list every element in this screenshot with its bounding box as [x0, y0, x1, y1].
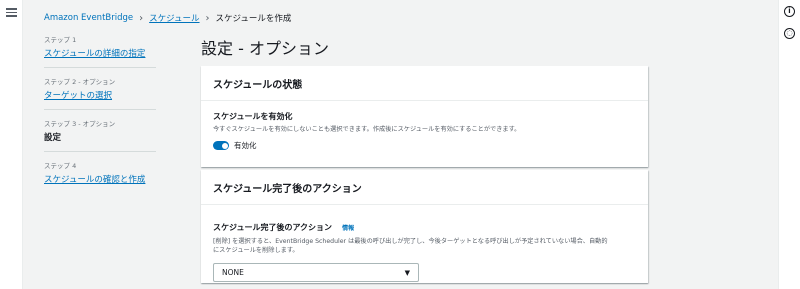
- breadcrumb-eventbridge[interactable]: Amazon EventBridge: [44, 13, 133, 23]
- wizard-steps: ステップ 1 スケジュールの詳細の指定 ステップ 2 - オプション ターゲット…: [44, 34, 156, 201]
- enable-toggle-row: 有効化: [213, 140, 636, 151]
- chevron-right-icon: ›: [139, 12, 144, 24]
- breadcrumb: Amazon EventBridge › スケジュール › スケジュールを作成: [44, 12, 292, 25]
- completion-action-label: スケジュール完了後のアクション: [213, 223, 333, 232]
- step-3: ステップ 3 - オプション 設定: [44, 118, 156, 152]
- breadcrumb-current: スケジュールを作成: [215, 14, 292, 24]
- caret-down-icon: ▼: [404, 268, 410, 277]
- step-number: ステップ 4: [44, 162, 77, 170]
- description-line-2: にスケジュールを削除します。: [213, 247, 299, 254]
- info-link[interactable]: 情報: [342, 225, 354, 232]
- completion-action-select[interactable]: NONE ▼: [213, 263, 419, 282]
- completion-action-panel: スケジュール完了後のアクション スケジュール完了後のアクション 情報 [削除] …: [201, 170, 648, 283]
- panel-body: スケジュール完了後のアクション 情報 [削除] を選択すると、EventBrid…: [201, 205, 648, 289]
- step-4: ステップ 4 スケジュールの確認と作成: [44, 160, 156, 193]
- step-number: ステップ 3 - オプション: [44, 120, 116, 128]
- step-number: ステップ 1: [44, 36, 77, 44]
- schedule-state-panel: スケジュールの状態 スケジュールを有効化 今すぐスケジュールを有効にしないことも…: [201, 66, 648, 167]
- chevron-right-icon: ›: [205, 12, 210, 24]
- step-link-specify-details[interactable]: スケジュールの詳細の指定: [44, 47, 156, 59]
- enable-schedule-toggle[interactable]: [213, 141, 229, 150]
- completion-action-description: [削除] を選択すると、EventBridge Scheduler は最後の呼び…: [213, 237, 636, 255]
- step-2: ステップ 2 - オプション ターゲットの選択: [44, 76, 156, 110]
- completion-action-label-row: スケジュール完了後のアクション 情報: [213, 215, 636, 234]
- panel-header: スケジュールの状態: [201, 66, 648, 101]
- gear-icon[interactable]: ◌: [784, 28, 795, 39]
- left-rail: [0, 0, 23, 289]
- right-rail: i ◌: [778, 0, 800, 289]
- step-current-settings: 設定: [44, 133, 62, 143]
- select-value: NONE: [222, 268, 244, 277]
- step-link-review-create[interactable]: スケジュールの確認と作成: [44, 173, 156, 185]
- panel-body: スケジュールを有効化 今すぐスケジュールを有効にしないことも選択できます。作成後…: [201, 101, 648, 161]
- step-1: ステップ 1 スケジュールの詳細の指定: [44, 34, 156, 68]
- toggle-label: 有効化: [234, 141, 257, 150]
- step-number: ステップ 2 - オプション: [44, 78, 116, 86]
- breadcrumb-schedules[interactable]: スケジュール: [149, 12, 199, 24]
- enable-schedule-description: 今すぐスケジュールを有効にしないことも選択できます。作成後にスケジュールを有効に…: [213, 126, 521, 133]
- step-link-select-target[interactable]: ターゲットの選択: [44, 89, 156, 101]
- hamburger-menu-icon[interactable]: [6, 8, 17, 17]
- enable-schedule-label: スケジュールを有効化: [213, 112, 293, 121]
- page-title: 設定 - オプション: [201, 39, 329, 58]
- panel-header: スケジュール完了後のアクション: [201, 170, 648, 205]
- description-line-1: [削除] を選択すると、EventBridge Scheduler は最後の呼び…: [213, 238, 608, 245]
- info-icon[interactable]: i: [784, 6, 795, 17]
